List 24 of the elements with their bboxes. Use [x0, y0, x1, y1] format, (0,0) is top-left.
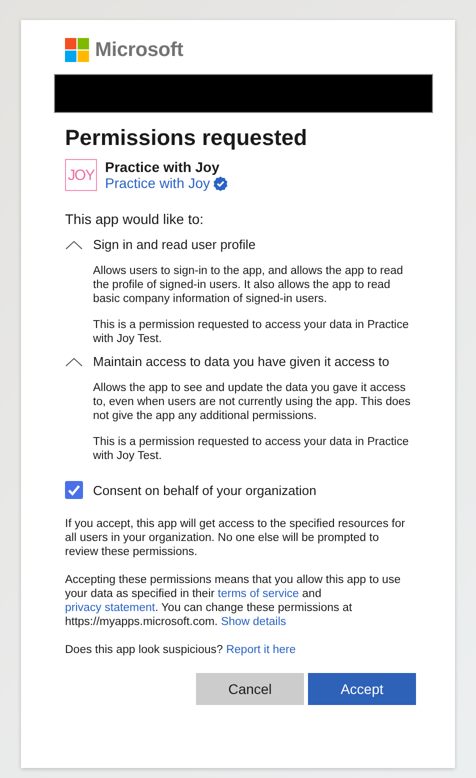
- permission-description: This is a permission requested to access your data in Practice with Joy Test.: [93, 318, 410, 346]
- text-link[interactable]: Report it here: [226, 644, 296, 656]
- publisher-link[interactable]: Practice with Joy: [105, 175, 210, 191]
- notice-text: Does this app look suspicious? Report it here: [65, 643, 297, 657]
- text-link[interactable]: Show details: [220, 616, 286, 628]
- text-link[interactable]: terms of service: [218, 588, 299, 600]
- notice-text: If you accept, this app will get access to the specified resources for all users in your organization. No one else will be prompted to review these permissions.: [65, 517, 406, 559]
- brand-name: Microsoft: [95, 38, 184, 62]
- permission-description: Allows users to sign-in to the app, and allows the app to read the profile of signed-in users. It also allows the app to read basic company information of signed-in users.: [93, 264, 404, 306]
- page-title: Permissions requested: [65, 125, 308, 151]
- permission-description: This is a permission requested to access your data in Practice with Joy Test.: [93, 435, 410, 463]
- app-logo: JOY: [65, 159, 97, 191]
- permission-description: Allows the app to see and update the data you gave it access to, even when users are not currently using the app. This does not give the app any additional permissions.: [93, 381, 411, 423]
- permission-toggle[interactable]: Sign in and read user profile: [65, 237, 411, 252]
- consent-checkbox[interactable]: [65, 481, 83, 499]
- app-name: Practice with Joy: [105, 159, 220, 175]
- intro-text: This app would like to:: [65, 211, 205, 227]
- notice-text: Accepting these permissions means that you allow this app to use your data as specified in their terms of service and privacy statement. You can change these permissions at https://myapps.microsoft.com. Show details: [65, 573, 402, 629]
- text-link[interactable]: privacy statement: [65, 602, 156, 614]
- consent-label: Consent on behalf of your organization: [93, 482, 316, 498]
- logo-icon: [65, 38, 89, 62]
- accept-button[interactable]: Accept: [308, 673, 416, 705]
- cancel-button[interactable]: Cancel: [196, 673, 304, 705]
- permission-toggle[interactable]: Maintain access to data you have given it access to: [65, 354, 411, 369]
